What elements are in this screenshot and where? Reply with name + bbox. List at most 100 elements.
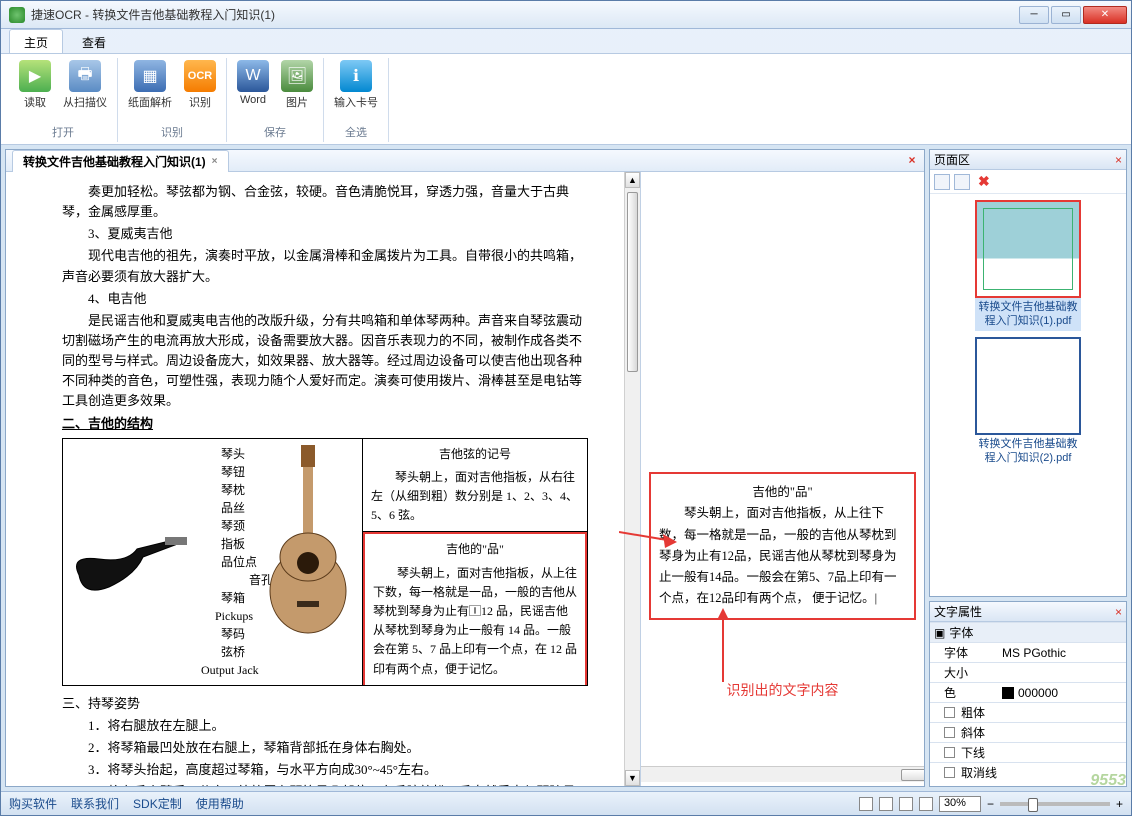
delete-page-icon[interactable]: ✖	[978, 173, 990, 190]
scroll-down-icon[interactable]: ▼	[625, 770, 640, 786]
checkbox[interactable]	[944, 707, 955, 718]
page-thumbnail[interactable]: 转换文件吉他基础教程入门知识(2).pdf	[975, 337, 1081, 468]
ribbon-tabs: 主页 查看	[1, 29, 1131, 53]
info-icon: ℹ	[340, 60, 372, 92]
prop-row[interactable]: 字体 MS PGothic	[930, 642, 1126, 662]
card-button[interactable]: ℹ 输入卡号	[332, 58, 380, 122]
close-all-icon[interactable]: ×	[904, 153, 920, 169]
cell-title: 吉他弦的记号	[371, 445, 579, 464]
cell-body: 琴头朝上，面对吉他指板，从右往左（从细到粗）数分别是 1、2、3、4、5、6 弦…	[371, 468, 579, 526]
body-text: 4．将右手小臂后三分之一处放置在琴箱最凸部位，右手腕放松，手自然垂直与琴弦呈十字…	[62, 782, 588, 786]
ocr-icon: OCR	[184, 60, 216, 92]
ocr-title: 吉他的"品"	[659, 482, 906, 503]
tab-home[interactable]: 主页	[9, 29, 63, 53]
maximize-button[interactable]: ▭	[1051, 6, 1081, 24]
checkbox[interactable]	[944, 747, 955, 758]
scroll-thumb[interactable]	[901, 769, 924, 781]
window-title: 捷速OCR - 转换文件吉他基础教程入门知识(1)	[31, 6, 1019, 23]
body-text: 奏更加轻松。琴弦都为钢、合金弦，较硬。音色清脆悦耳，穿透力强，音量大于古典琴，金…	[62, 182, 588, 222]
buy-link[interactable]: 购买软件	[9, 795, 57, 812]
read-button[interactable]: ▶ 读取	[17, 58, 53, 122]
checkbox[interactable]	[944, 767, 955, 778]
arrow-icon	[619, 522, 679, 550]
word-button[interactable]: W Word	[235, 58, 271, 122]
list-view-icon[interactable]	[954, 174, 970, 190]
doc-vertical-scrollbar[interactable]: ▲ ▼	[624, 172, 640, 786]
titlebar: 捷速OCR - 转换文件吉他基础教程入门知识(1) ─ ▭ ✕	[1, 1, 1131, 29]
view-mode-icon[interactable]	[879, 797, 893, 811]
tab-view[interactable]: 查看	[67, 29, 121, 53]
prop-row[interactable]: 粗体	[930, 702, 1126, 722]
body-text: 现代电吉他的祖先，演奏时平放，以金属滑棒和金属拨片为工具。自带很小的共鸣箱，声音…	[62, 246, 588, 286]
minimize-button[interactable]: ─	[1019, 6, 1049, 24]
cell-title: 吉他的"品"	[373, 540, 577, 559]
parse-icon: ▦	[134, 60, 166, 92]
close-button[interactable]: ✕	[1083, 6, 1127, 24]
document-viewport[interactable]: 奏更加轻松。琴弦都为钢、合金弦，较硬。音色清脆悦耳，穿透力强，音量大于古典琴，金…	[6, 172, 624, 786]
zoom-select[interactable]: 30%	[939, 796, 981, 812]
body-text: 4、电吉他	[62, 289, 588, 309]
panel-close-icon[interactable]: ×	[1115, 153, 1122, 167]
thumbnail-view-icon[interactable]	[934, 174, 950, 190]
scroll-up-icon[interactable]: ▲	[625, 172, 640, 188]
text-props-panel: 文字属性 × ▣ 字体 字体 MS PGothic 大小 色 000	[929, 601, 1127, 787]
help-link[interactable]: 使用帮助	[196, 795, 244, 812]
page-thumbnail[interactable]: 转换文件吉他基础教程入门知识(1).pdf	[975, 200, 1081, 331]
view-mode-icon[interactable]	[899, 797, 913, 811]
body-text: 2．将琴箱最凹处放在右腿上，琴箱背部抵在身体右胸处。	[62, 738, 588, 758]
body-text: 3、夏威夷吉他	[62, 224, 588, 244]
scanner-icon: 🖶	[69, 60, 101, 92]
picture-button[interactable]: 🖼 图片	[279, 58, 315, 122]
open-icon: ▶	[19, 60, 51, 92]
scanner-button[interactable]: 🖶 从扫描仪	[61, 58, 109, 122]
view-mode-icon[interactable]	[919, 797, 933, 811]
document-pane: 转换文件吉他基础教程入门知识(1) × × 奏更加轻松。琴弦都为钢、合金弦，较硬…	[5, 149, 925, 787]
group-save-label: 保存	[264, 124, 286, 140]
document-tab[interactable]: 转换文件吉他基础教程入门知识(1) ×	[12, 150, 229, 172]
checkbox[interactable]	[944, 727, 955, 738]
panel-close-icon[interactable]: ×	[1115, 605, 1122, 619]
word-icon: W	[237, 60, 269, 92]
cell-body: 琴头朝上，面对吉他指板，从上往下数，每一格就是一品，一般的吉他从琴枕到琴身为止有…	[373, 564, 577, 679]
panel-title: 文字属性	[934, 603, 982, 620]
body-text: 是民谣吉他和夏威夷电吉他的改版升级，分有共鸣箱和单体琴两种。声音来自琴弦震动切割…	[62, 311, 588, 412]
heading: 三、持琴姿势	[62, 694, 588, 714]
contact-link[interactable]: 联系我们	[71, 795, 119, 812]
thumb-label: 转换文件吉他基础教程入门知识(2).pdf	[975, 435, 1081, 468]
ocr-horizontal-scrollbar[interactable]	[641, 766, 924, 782]
panel-title: 页面区	[934, 151, 970, 168]
zoom-out-icon[interactable]: −	[987, 797, 994, 811]
electric-guitar-icon	[69, 535, 189, 615]
font-value[interactable]: MS PGothic	[1002, 646, 1126, 660]
document-tab-close[interactable]: ×	[212, 156, 218, 167]
color-swatch-icon	[1002, 687, 1014, 699]
pages-panel: 页面区 × ✖ 转换文件吉他基础教程入门知识(1).pdf 转换文件吉他基础教	[929, 149, 1127, 597]
ocr-body: 琴头朝上，面对吉他指板，从上往下数，每一格就是一品，一般的吉他从琴枕到琴身为止有…	[659, 503, 906, 609]
parse-button[interactable]: ▦ 纸面解析	[126, 58, 174, 122]
zoom-in-icon[interactable]: +	[1116, 797, 1123, 811]
prop-row[interactable]: 下线	[930, 742, 1126, 762]
sdk-link[interactable]: SDK定制	[133, 795, 182, 812]
status-bar: 购买软件 联系我们 SDK定制 使用帮助 30% − +	[1, 791, 1131, 815]
prop-row[interactable]: 斜体	[930, 722, 1126, 742]
thumb-label: 转换文件吉他基础教程入门知识(1).pdf	[975, 298, 1081, 331]
zoom-slider[interactable]	[1000, 802, 1110, 806]
color-value[interactable]: 000000	[1002, 686, 1126, 700]
prop-row[interactable]: 色 000000	[930, 682, 1126, 702]
body-text: 1．将右腿放在左腿上。	[62, 716, 588, 736]
guitar-diagram: 琴头琴钮 琴枕品丝 琴颈指板 品位点 音孔 琴箱 Pickups 琴码弦桥 Ou…	[62, 438, 588, 686]
arrow-icon	[703, 608, 743, 688]
ocr-output-box[interactable]: 吉他的"品" 琴头朝上，面对吉他指板，从上往下数，每一格就是一品，一般的吉他从琴…	[649, 472, 916, 620]
scroll-thumb[interactable]	[627, 192, 638, 372]
heading: 二、吉他的结构	[62, 414, 588, 434]
body-text: 3．将琴头抬起，高度超过琴箱，与水平方向成30°~45°左右。	[62, 760, 588, 780]
acoustic-guitar-icon	[263, 445, 353, 637]
view-mode-icon[interactable]	[859, 797, 873, 811]
ocr-button[interactable]: OCR 识别	[182, 58, 218, 122]
ocr-caption: 识别出的文字内容	[649, 680, 916, 700]
ocr-result-pane: 吉他的"品" 琴头朝上，面对吉他指板，从上往下数，每一格就是一品，一般的吉他从琴…	[640, 172, 924, 786]
selected-ocr-region[interactable]: 吉他的"品" 琴头朝上，面对吉他指板，从上往下数，每一格就是一品，一般的吉他从琴…	[363, 532, 587, 684]
document-tab-label: 转换文件吉他基础教程入门知识(1)	[23, 153, 206, 170]
prop-group[interactable]: ▣ 字体	[930, 622, 1126, 642]
prop-row[interactable]: 大小	[930, 662, 1126, 682]
